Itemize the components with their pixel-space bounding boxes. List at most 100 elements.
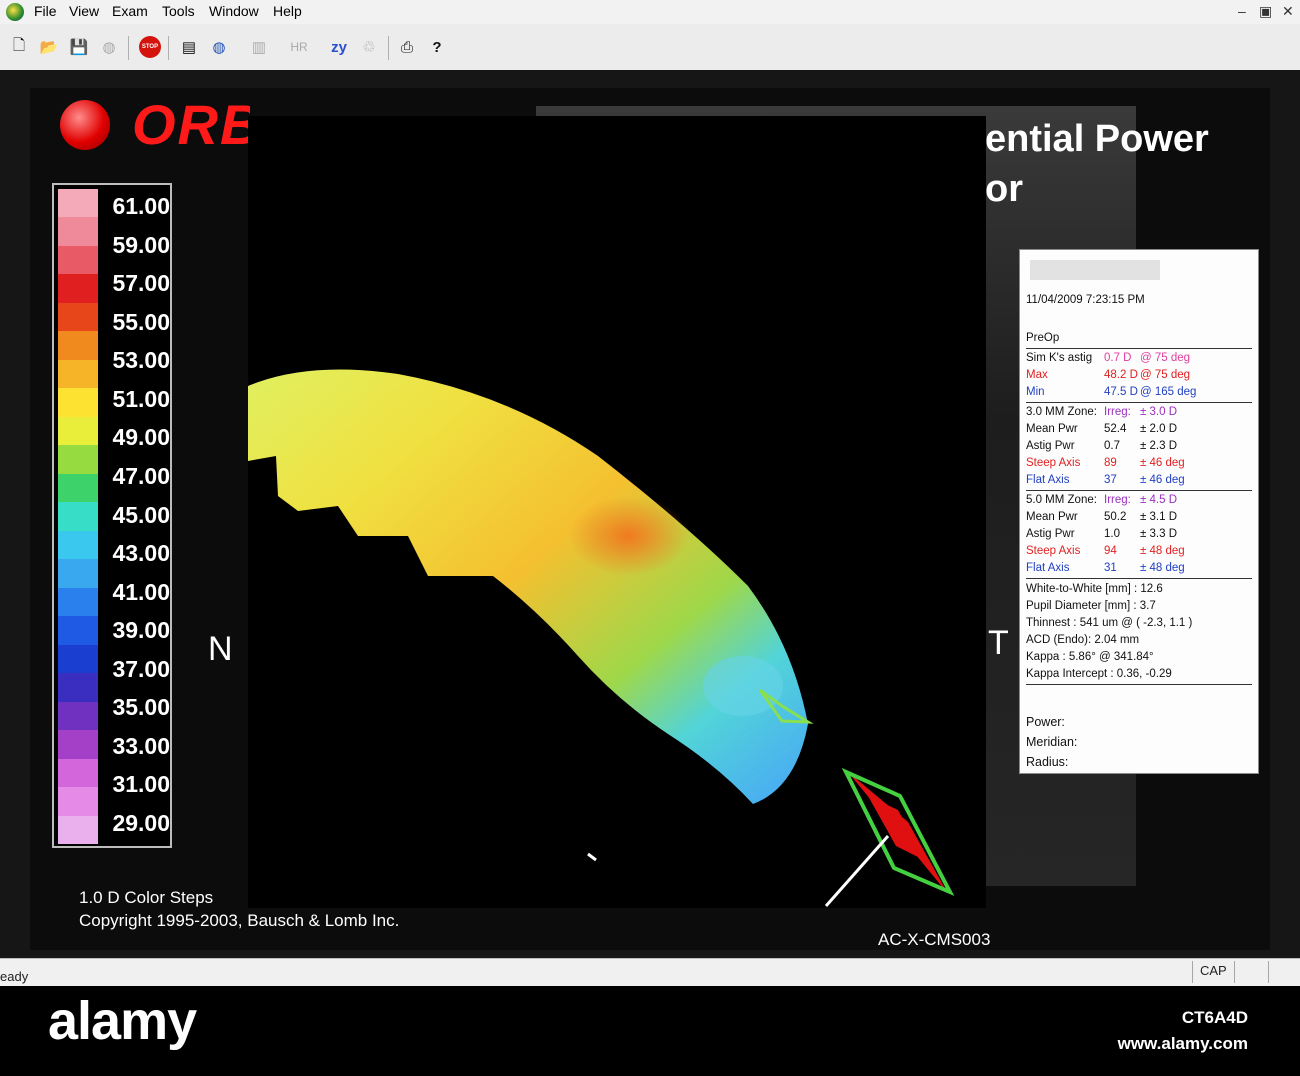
list-icon[interactable]: ▤ — [176, 34, 202, 60]
map-view-icon[interactable]: ◍ — [206, 34, 232, 60]
temporal-label: T — [988, 624, 1009, 662]
copyright-note: Copyright 1995-2003, Bausch & Lomb Inc. — [79, 911, 400, 930]
color-scale-label: 37.00 — [112, 655, 170, 682]
acd-endo: ACD (Endo): 2.04 mm — [1026, 634, 1140, 646]
close-button[interactable]: ✕ — [1282, 3, 1294, 20]
toolbar: 🗋 📂 💾 ◍ STOP ▤ ◍ ▥ HR zy ♲ ⎙ ? — [0, 24, 1300, 71]
color-scale-step — [58, 445, 98, 474]
orbscan-logo-icon — [60, 100, 110, 150]
color-scale-step — [58, 673, 98, 702]
color-scale-bar — [58, 189, 98, 845]
corneal-map[interactable] — [248, 116, 986, 908]
zone3-steep-row: Steep Axis 89 ± 46 deg — [1026, 457, 1185, 469]
cursor-power: Power: — [1026, 715, 1065, 729]
color-scale-label: 49.00 — [112, 424, 170, 451]
zone3-mean-row: Mean Pwr 52.4 ± 2.0 D — [1026, 423, 1177, 435]
menu-window[interactable]: Window — [209, 3, 259, 19]
color-scale-step — [58, 815, 98, 845]
new-file-icon[interactable]: 🗋 — [6, 34, 32, 60]
color-scale-label: 51.00 — [112, 385, 170, 412]
status-pane-divider — [1234, 961, 1235, 983]
orbscan-logo-text: ORBSCAN — [132, 93, 250, 156]
menu-bar: File View Exam Tools Window Help – ▣ ✕ — [0, 0, 1300, 24]
zone3-flat-row: Flat Axis 37 ± 46 deg — [1026, 474, 1185, 486]
axis-indicator-line — [824, 835, 890, 907]
zone3-astig-row: Astig Pwr 0.7 ± 2.3 D — [1026, 440, 1177, 452]
toolbar-separator — [168, 36, 169, 60]
color-scale-step — [58, 245, 98, 275]
zy-icon[interactable]: zy — [326, 34, 352, 60]
stock-watermark-strip: alamy CT6A4D www.alamy.com — [0, 986, 1300, 1076]
color-scale-step — [58, 274, 98, 303]
color-scale-label: 33.00 — [112, 732, 170, 759]
color-scale-step — [58, 189, 98, 218]
exam-stage: PreOp — [1026, 332, 1060, 344]
exam-datetime: 11/04/2009 7:23:15 PM — [1026, 294, 1145, 306]
color-scale-step — [58, 502, 98, 531]
color-scale-step — [58, 787, 98, 816]
color-scale-label: 61.00 — [112, 193, 170, 219]
recycle-icon[interactable]: ♲ — [356, 34, 382, 60]
color-scale-step — [58, 587, 98, 617]
color-scale-label: 45.00 — [112, 501, 170, 528]
color-scale-label: 31.00 — [112, 771, 170, 798]
color-scale-label: 43.00 — [112, 540, 170, 567]
nasal-label: N — [208, 630, 233, 668]
color-scale-step — [58, 730, 98, 759]
menu-exam[interactable]: Exam — [112, 3, 148, 19]
menu-help[interactable]: Help — [273, 3, 302, 19]
zone5-flat-row: Flat Axis 31 ± 48 deg — [1026, 562, 1185, 574]
help-icon[interactable]: ? — [424, 34, 450, 60]
map-subtitle: or — [985, 168, 1023, 210]
cursor-meridian: Meridian: — [1026, 735, 1078, 749]
map-hotspot — [568, 496, 688, 576]
color-scale-label: 29.00 — [112, 810, 170, 836]
color-scale-label: 47.00 — [112, 462, 170, 489]
document-icon[interactable]: ▥ — [246, 34, 272, 60]
zone5-astig-row: Astig Pwr 1.0 ± 3.3 D — [1026, 528, 1177, 540]
menu-file[interactable]: File — [34, 3, 57, 19]
stock-logo: alamy — [48, 991, 197, 1051]
minimize-button[interactable]: – — [1238, 3, 1246, 19]
save-icon[interactable]: 💾 — [66, 34, 92, 60]
color-scale-step — [58, 331, 98, 360]
app-icon[interactable] — [6, 3, 24, 21]
corneal-map-svg — [248, 369, 955, 907]
max-row: Max 48.2 D @ 75 deg — [1026, 369, 1191, 381]
divider — [1026, 348, 1252, 349]
pupil-diameter: Pupil Diameter [mm] : 3.7 — [1026, 600, 1156, 612]
exam-info-panel: 11/04/2009 7:23:15 PM PreOp Sim K's asti… — [1019, 249, 1259, 774]
simk-row: Sim K's astig 0.7 D @ 75 deg — [1026, 352, 1191, 364]
color-scale-label: 53.00 — [112, 347, 170, 374]
kappa-intercept: Kappa Intercept : 0.36, -0.29 — [1026, 668, 1172, 680]
color-scale-step — [58, 302, 98, 332]
color-scale-step — [58, 388, 98, 417]
zone5-steep-row: Steep Axis 94 ± 48 deg — [1026, 545, 1185, 557]
menu-tools[interactable]: Tools — [162, 3, 195, 19]
status-bar: eady CAP — [0, 958, 1300, 987]
min-row: Min 47.5 D @ 165 deg — [1026, 386, 1197, 398]
color-scale-label: 39.00 — [112, 617, 170, 644]
status-pane-divider — [1268, 961, 1269, 983]
open-folder-icon[interactable]: 📂 — [36, 34, 62, 60]
white-to-white: White-to-White [mm] : 12.6 — [1026, 583, 1163, 595]
color-scale-step — [58, 530, 98, 560]
globe-icon[interactable]: ◍ — [96, 34, 122, 60]
hr-icon[interactable]: HR — [286, 34, 312, 60]
stock-url: www.alamy.com — [1117, 1034, 1248, 1053]
toolbar-separator — [128, 36, 129, 60]
stop-icon[interactable]: STOP — [139, 36, 161, 58]
color-scale-label: 35.00 — [112, 694, 170, 721]
color-scale-step — [58, 359, 98, 389]
color-scale-step — [58, 559, 98, 588]
color-scale-labels: 61.00 59.00 57.00 55.00 53.00 51.00 49.00 47.00… — [98, 195, 170, 835]
patient-name-redacted — [1030, 260, 1160, 280]
restore-button[interactable]: ▣ — [1259, 3, 1272, 20]
cursor-radius: Radius: — [1026, 755, 1069, 769]
kappa: Kappa : 5.86° @ 341.84° — [1026, 651, 1154, 663]
print-icon[interactable]: ⎙ — [394, 34, 420, 60]
menu-view[interactable]: View — [69, 3, 99, 19]
color-scale-step — [58, 616, 98, 645]
color-scale-step — [58, 758, 98, 788]
color-scale-label: 57.00 — [112, 270, 170, 297]
